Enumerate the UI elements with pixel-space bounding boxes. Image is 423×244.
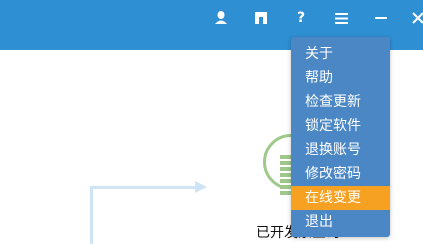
close-icon xyxy=(412,12,423,24)
menu-item-help[interactable]: 帮助 xyxy=(291,66,390,90)
help-button[interactable]: ? xyxy=(289,6,313,30)
minimize-icon xyxy=(375,17,387,19)
minimize-button[interactable] xyxy=(369,6,393,30)
bookmark-button[interactable] xyxy=(249,6,273,30)
menu-item-switch-account[interactable]: 退换账号 xyxy=(291,138,390,162)
menu-icon xyxy=(334,12,348,24)
skin-icon xyxy=(214,10,228,26)
bookmark-icon xyxy=(254,11,268,25)
flow-arrow-icon xyxy=(195,181,207,193)
close-button[interactable] xyxy=(406,6,423,30)
skin-button[interactable] xyxy=(209,6,233,30)
main-dropdown-menu: 关于 帮助 检查更新 锁定软件 退换账号 修改密码 在线变更 退出 xyxy=(291,37,390,237)
flow-connector-horizontal xyxy=(90,186,196,189)
menu-item-change-password[interactable]: 修改密码 xyxy=(291,162,390,186)
menu-item-lock-software[interactable]: 锁定软件 xyxy=(291,114,390,138)
help-icon: ? xyxy=(296,10,306,26)
menu-item-online-change[interactable]: 在线变更 xyxy=(291,186,390,210)
flow-connector-vertical xyxy=(90,186,93,244)
menu-item-check-update[interactable]: 检查更新 xyxy=(291,90,390,114)
menu-item-exit[interactable]: 退出 xyxy=(291,210,390,234)
menu-button[interactable] xyxy=(329,6,353,30)
menu-item-about[interactable]: 关于 xyxy=(291,42,390,66)
